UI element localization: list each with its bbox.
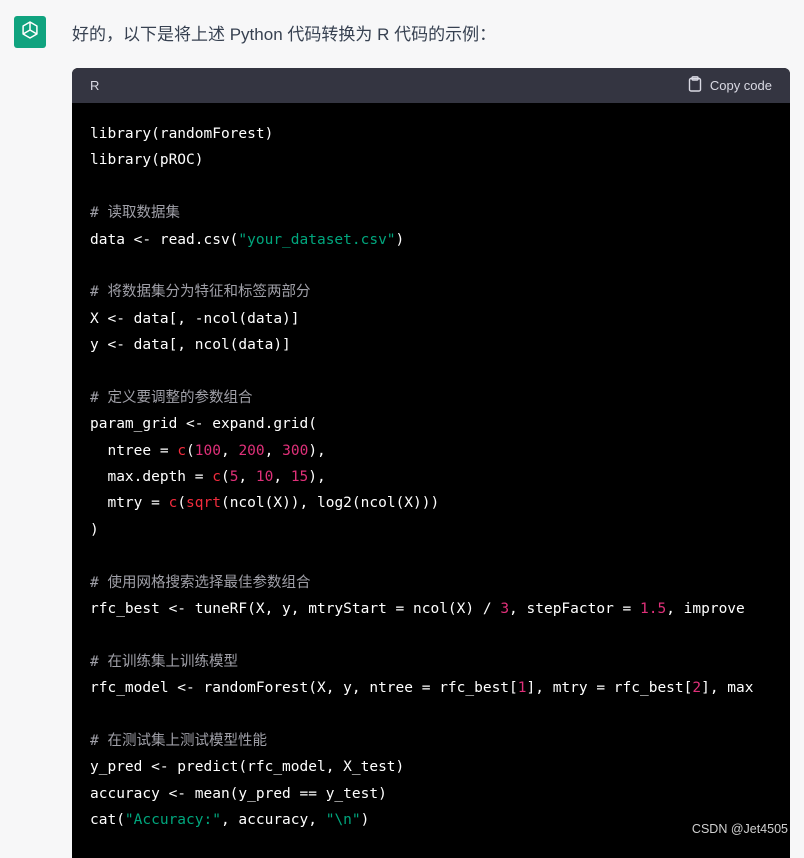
code-line: accuracy <- mean(y_pred == y_test) — [90, 781, 790, 807]
code-line: cat("Accuracy:", accuracy, "\n") — [90, 807, 790, 833]
code-token-comment: # 在训练集上训练模型 — [90, 653, 238, 670]
code-token-comment: # 读取数据集 — [90, 205, 180, 222]
code-token-number: 1.5 — [640, 601, 667, 618]
code-token-plain: , — [264, 442, 283, 459]
code-line: X <- data[, -ncol(data)] — [90, 306, 790, 332]
code-token-comment: # 将数据集分为特征和标签两部分 — [90, 284, 311, 301]
watermark-text: CSDN @Jet4505 — [691, 822, 788, 836]
code-token-comment: # 定义要调整的参数组合 — [90, 389, 253, 406]
clipboard-icon — [688, 76, 702, 95]
code-token-plain: X <- data[, -ncol(data)] — [90, 310, 300, 327]
code-token-number: 300 — [282, 442, 309, 459]
code-token-func: c — [168, 495, 178, 512]
code-token-string: "\n" — [325, 812, 361, 829]
code-token-number: 10 — [255, 469, 274, 486]
assistant-message-text: 好的，以下是将上述 Python 代码转换为 R 代码的示例： — [72, 25, 497, 44]
code-token-plain: data <- read.csv( — [90, 231, 239, 248]
code-token-func: sqrt — [186, 495, 221, 512]
code-token-string: "your_dataset.csv" — [238, 231, 396, 248]
code-token-comment: # 使用网格搜索选择最佳参数组合 — [90, 574, 311, 591]
code-token-plain: param_grid <- expand.grid( — [90, 416, 317, 433]
code-token-plain: library(pROC) — [90, 152, 204, 169]
code-token-plain: ( — [177, 495, 187, 512]
code-token-plain: accuracy <- mean(y_pred == y_test) — [90, 785, 387, 802]
code-line: # 使用网格搜索选择最佳参数组合 — [90, 570, 790, 596]
code-token-number: 2 — [692, 680, 702, 697]
code-token-plain: max.depth = — [90, 469, 213, 486]
code-token-comment: # 在测试集上测试模型性能 — [90, 732, 267, 749]
code-token-plain: ], mtry = rfc_best[ — [526, 680, 693, 697]
code-token-plain: ( — [186, 442, 195, 459]
code-token-plain: , — [238, 469, 256, 486]
code-line: library(pROC) — [90, 147, 790, 173]
copy-code-label: Copy code — [709, 78, 772, 93]
code-line: rfc_model <- randomForest(X, y, ntree = … — [90, 675, 790, 701]
code-token-plain: , — [273, 469, 291, 486]
openai-logo-icon — [18, 18, 42, 47]
code-line: ) — [90, 517, 790, 543]
code-line: y_pred <- predict(rfc_model, X_test) — [90, 754, 790, 780]
code-line: # 将数据集分为特征和标签两部分 — [90, 279, 790, 305]
copy-code-button[interactable]: Copy code — [688, 76, 772, 95]
code-line: rfc_best <- tuneRF(X, y, mtryStart = nco… — [90, 596, 790, 622]
code-token-plain: y <- data[, ncol(data)] — [90, 337, 291, 354]
code-line: max.depth = c(5, 10, 15), — [90, 464, 790, 490]
code-token-plain: ) — [360, 812, 370, 829]
code-token-number: 100 — [194, 442, 221, 459]
code-token-plain: ntree = — [90, 442, 178, 459]
code-token-plain: ), — [308, 442, 326, 459]
code-line: library(randomForest) — [90, 121, 790, 147]
assistant-avatar — [14, 16, 46, 48]
code-token-number: 200 — [238, 442, 265, 459]
code-token-plain: , improve — [666, 601, 745, 618]
code-token-plain: ], max — [701, 680, 754, 697]
code-line: # 在训练集上训练模型 — [90, 649, 790, 675]
code-token-plain: (ncol(X)), log2(ncol(X))) — [220, 495, 440, 512]
code-token-plain: , stepFactor = — [509, 601, 640, 618]
code-token-plain: ) — [395, 231, 405, 248]
code-token-plain: rfc_model <- randomForest(X, y, ntree = … — [90, 680, 518, 697]
code-token-plain: mtry = — [90, 495, 169, 512]
code-token-plain: , accuracy, — [220, 812, 326, 829]
code-token-number: 1 — [517, 680, 527, 697]
code-token-func: c — [177, 442, 187, 459]
code-line: y <- data[, ncol(data)] — [90, 332, 790, 358]
code-token-func: c — [212, 469, 221, 486]
code-line: # 读取数据集 — [90, 200, 790, 226]
code-token-number: 3 — [500, 601, 510, 618]
code-line: ntree = c(100, 200, 300), — [90, 438, 790, 464]
code-token-plain: rfc_best <- tuneRF(X, y, mtryStart = nco… — [90, 601, 501, 618]
code-language-label: R — [90, 78, 100, 93]
code-token-string: "Accuracy:" — [124, 812, 221, 829]
code-token-plain: ), — [308, 469, 326, 486]
code-token-plain: ( — [220, 469, 230, 486]
code-block-header: R Copy code — [72, 68, 790, 103]
code-token-plain: y_pred <- predict(rfc_model, X_test) — [90, 759, 405, 776]
code-token-plain: ) — [90, 521, 99, 538]
code-token-plain: cat( — [90, 812, 125, 829]
code-token-number: 15 — [290, 469, 309, 486]
code-token-plain: library(randomForest) — [90, 126, 274, 142]
code-token-plain: , — [220, 442, 239, 459]
code-line: # 定义要调整的参数组合 — [90, 385, 790, 411]
code-content: library(randomForest) library(pROC) # 读取数据… — [72, 103, 790, 834]
code-line: param_grid <- expand.grid( — [90, 411, 790, 437]
code-line: mtry = c(sqrt(ncol(X)), log2(ncol(X))) — [90, 490, 790, 516]
code-line: data <- read.csv("your_dataset.csv") — [90, 227, 790, 253]
code-block: R Copy code library(randomForest) library… — [72, 68, 790, 858]
code-line: # 在测试集上测试模型性能 — [90, 728, 790, 754]
